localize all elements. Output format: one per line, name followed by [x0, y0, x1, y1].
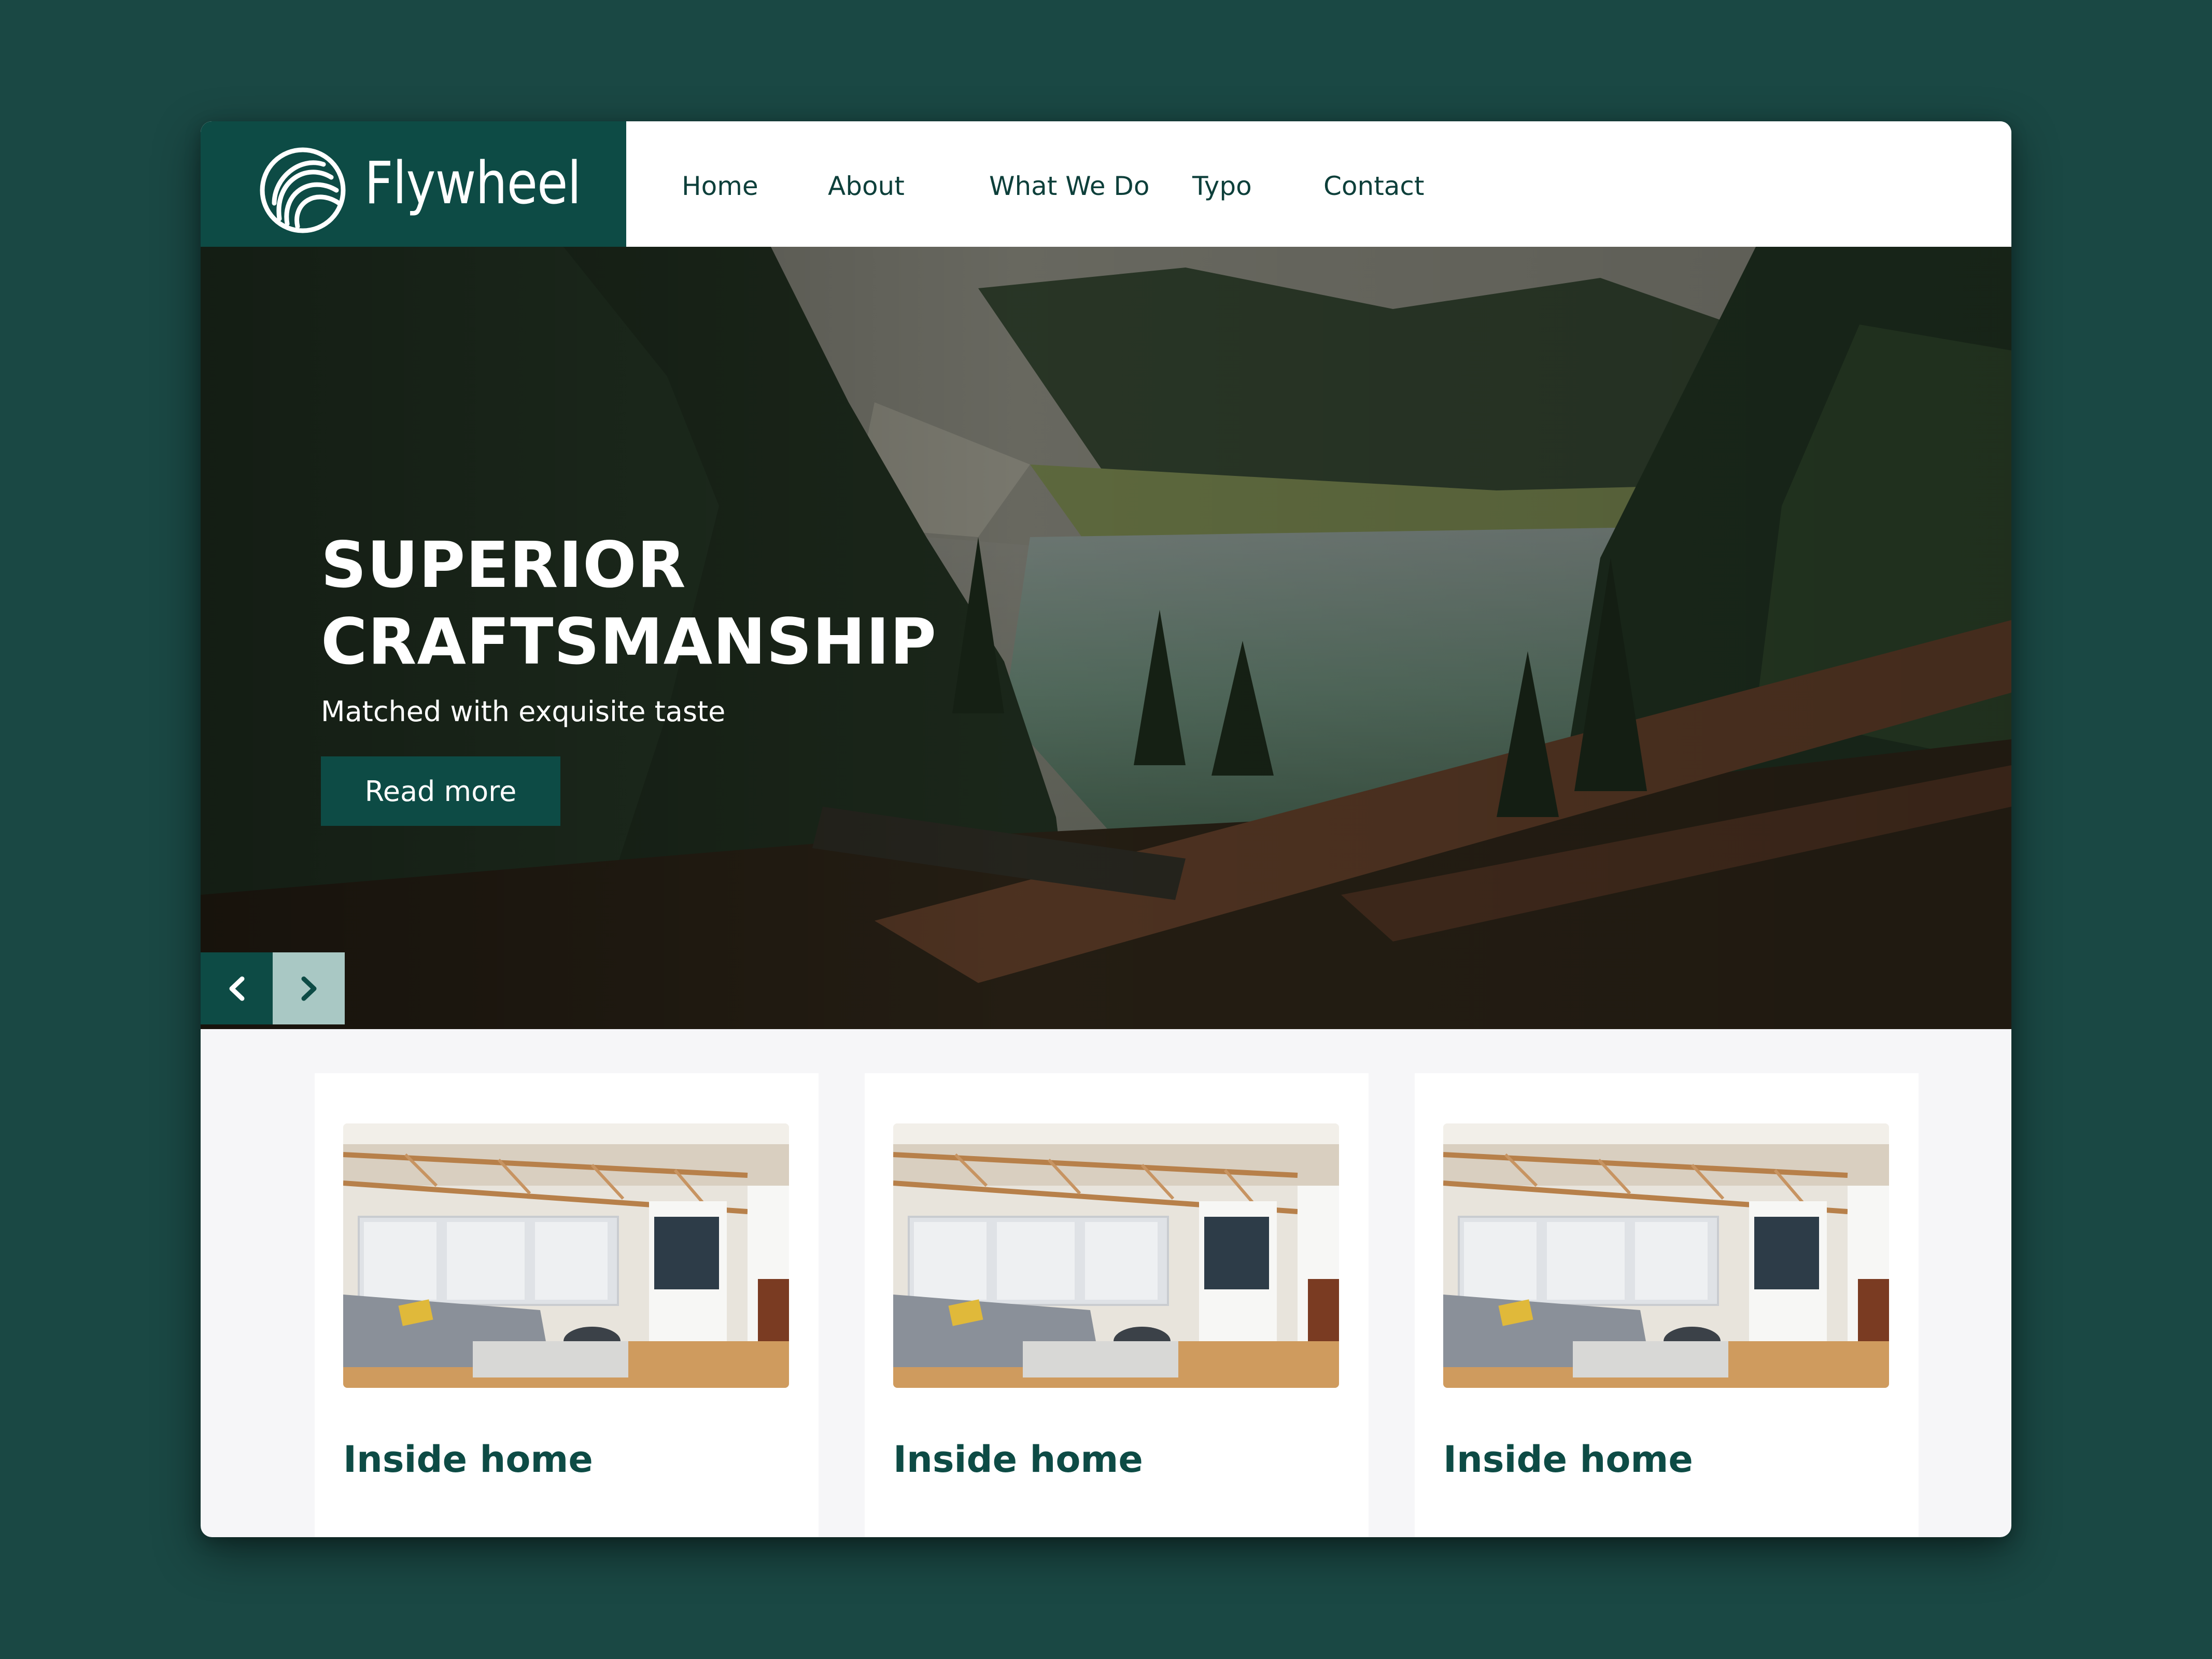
cards-section: Inside home Inside home Inside home — [201, 1029, 2011, 1537]
card-title: Inside home — [1443, 1438, 1693, 1481]
nav-contact[interactable]: Contact — [1323, 171, 1425, 202]
nav-typo[interactable]: Typo — [1192, 171, 1252, 202]
slider-prev-button[interactable] — [201, 952, 273, 1024]
hero-title: SUPERIOR CRAFTSMANSHIP — [321, 527, 1150, 680]
slider-next-button[interactable] — [273, 952, 345, 1024]
hero-title-line-2: CRAFTSMANSHIP — [321, 605, 937, 679]
hero-slider: SUPERIOR CRAFTSMANSHIP Matched with exqu… — [201, 247, 2011, 1029]
read-more-button[interactable]: Read more — [321, 756, 560, 826]
logo[interactable]: Flywheel — [201, 121, 626, 247]
hero-title-line-1: SUPERIOR — [321, 528, 686, 602]
nav-about[interactable]: About — [828, 171, 905, 202]
card-image — [893, 1123, 1339, 1388]
card-image — [343, 1123, 789, 1388]
card-image — [1443, 1123, 1889, 1388]
brand-name: Flywheel — [364, 150, 581, 217]
browser-window: Flywheel Home About What We Do Typo Cont… — [201, 121, 2011, 1537]
hero-subtitle: Matched with exquisite taste — [321, 695, 726, 728]
card[interactable]: Inside home — [315, 1073, 819, 1537]
chevron-right-icon — [301, 976, 316, 1001]
chevron-left-icon — [229, 976, 244, 1001]
card-title: Inside home — [893, 1438, 1143, 1481]
site-header: Flywheel Home About What We Do Typo Cont… — [201, 121, 2011, 247]
card[interactable]: Inside home — [1415, 1073, 1919, 1537]
card-title: Inside home — [343, 1438, 593, 1481]
card[interactable]: Inside home — [865, 1073, 1369, 1537]
nav-home[interactable]: Home — [682, 171, 758, 202]
nav-what-we-do[interactable]: What We Do — [989, 171, 1150, 202]
flywheel-logo-icon — [260, 147, 346, 233]
